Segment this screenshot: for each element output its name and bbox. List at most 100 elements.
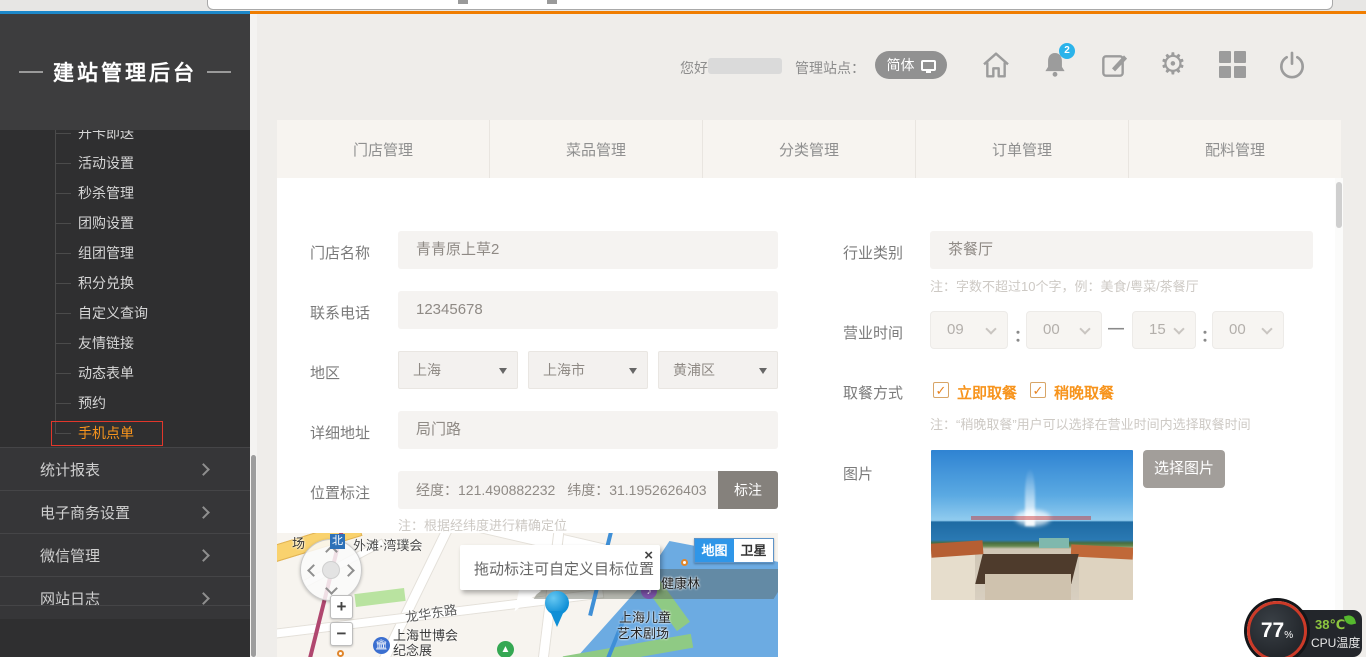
pan-right-arrow[interactable] <box>342 564 355 577</box>
end-hour-select[interactable]: 15 <box>1132 311 1196 349</box>
pan-center[interactable] <box>322 561 340 579</box>
province-select[interactable]: 上海 <box>398 351 518 389</box>
dropdown-arrow-icon <box>759 368 767 374</box>
dropdown-arrow-icon <box>499 368 507 374</box>
museum-poi-icon: 🏛 <box>373 637 390 654</box>
address-bar-fragment[interactable] <box>207 0 1333 10</box>
pickup-note: 注：“稍晚取餐”用户可以选择在营业时间内选择取餐时间 <box>930 414 1251 433</box>
sidebar-section-stats[interactable]: 统计报表 <box>0 447 250 490</box>
hours-label: 营业时间 <box>843 322 903 343</box>
location-input[interactable]: 经度：121.490882232 纬度：31.1952626403 <box>398 471 718 509</box>
sidebar-section-logs[interactable]: 网站日志 <box>0 576 250 619</box>
sidebar-item[interactable]: 活动设置 <box>0 148 250 178</box>
panel-scrollbar-track[interactable] <box>1335 178 1343 657</box>
home-icon[interactable] <box>980 49 1012 81</box>
notification-badge: 2 <box>1059 43 1075 59</box>
tab-order-management[interactable]: 订单管理 <box>915 120 1128 178</box>
gear-icon[interactable]: ⚙ <box>1157 49 1189 81</box>
map-pin-marker[interactable] <box>545 591 569 615</box>
district-select[interactable]: 黄浦区 <box>658 351 778 389</box>
sidebar-item[interactable]: 团购设置 <box>0 208 250 238</box>
map-label-park: 健康林 <box>661 573 700 592</box>
map-label-theater-line2: 艺术剧场 <box>617 623 669 642</box>
pan-down-arrow[interactable] <box>325 582 338 595</box>
language-button[interactable]: 简体 <box>875 51 947 79</box>
photo-roof <box>931 540 983 558</box>
small-poi-dot <box>681 559 688 566</box>
map-type-satellite-button[interactable]: 卫星 <box>734 539 773 562</box>
sidebar-title: 建站管理后台 <box>0 14 250 130</box>
industry-input[interactable]: 茶餐厅 <box>930 231 1313 269</box>
sidebar-item[interactable]: 友情链接 <box>0 328 250 358</box>
chevron-right-icon <box>197 506 210 519</box>
address-input[interactable]: 局门路 <box>398 411 778 449</box>
image-label: 图片 <box>843 463 873 484</box>
title-dash <box>207 71 231 73</box>
bell-icon[interactable]: 2 <box>1039 49 1071 81</box>
chevron-right-icon <box>197 592 210 605</box>
store-name-input[interactable]: 青青原上草2 <box>398 231 778 269</box>
section-label: 微信管理 <box>40 545 100 566</box>
pickup-later-checkbox[interactable]: ✓ <box>1030 382 1046 398</box>
edit-icon[interactable] <box>1098 49 1130 81</box>
zoom-out-button[interactable]: − <box>330 622 353 646</box>
header: 您好 管理站点： 简体 2 ⚙ <box>257 14 1366 120</box>
pan-left-arrow[interactable] <box>307 564 320 577</box>
sidebar-section-ecommerce[interactable]: 电子商务设置 <box>0 490 250 533</box>
sidebar-scrollbar-thumb[interactable] <box>251 455 256 657</box>
pickup-now-checkbox[interactable]: ✓ <box>933 382 949 398</box>
longitude-value: 121.490882232 <box>458 482 555 498</box>
power-icon[interactable] <box>1276 49 1308 81</box>
start-minute-select[interactable]: 00 <box>1026 311 1102 349</box>
sidebar-item[interactable]: 积分兑换 <box>0 268 250 298</box>
industry-note: 注：字数不超过10个字，例：美食/粤菜/茶餐厅 <box>930 276 1199 295</box>
manage-site-label: 管理站点： <box>795 58 865 78</box>
store-photo-thumbnail <box>931 450 1133 600</box>
map-park <box>354 588 405 607</box>
map-type-map-button[interactable]: 地图 <box>695 539 734 562</box>
cpu-usage-gauge: 77 % <box>1247 601 1307 657</box>
small-poi-dot <box>337 650 344 657</box>
panel-scrollbar-thumb[interactable] <box>1336 182 1342 228</box>
address-bar-icon <box>458 0 468 4</box>
location-note: 注：根据经纬度进行精确定位 <box>398 515 567 534</box>
tab-category-management[interactable]: 分类管理 <box>702 120 915 178</box>
choose-image-button[interactable]: 选择图片 <box>1143 450 1225 488</box>
sidebar-item[interactable]: 动态表单 <box>0 358 250 388</box>
chevron-down-icon <box>985 323 996 334</box>
latitude-value: 31.1952626403 <box>609 482 706 498</box>
divider <box>0 605 250 606</box>
map-label-expo-line2: 纪念展 <box>393 640 432 657</box>
sidebar-item[interactable]: 自定义查询 <box>0 298 250 328</box>
map-label-yellow-road: 场 <box>292 533 305 552</box>
end-minute-select[interactable]: 00 <box>1212 311 1284 349</box>
sidebar-item[interactable]: 秒杀管理 <box>0 178 250 208</box>
pickup-label: 取餐方式 <box>843 382 903 403</box>
zoom-in-button[interactable]: + <box>330 595 353 619</box>
photo-building <box>1039 538 1069 548</box>
longitude-label: 经度： <box>416 482 458 498</box>
sidebar-item[interactable]: 预约 <box>0 388 250 418</box>
mark-location-button[interactable]: 标注 <box>718 471 778 509</box>
pickup-now-label[interactable]: 立即取餐 <box>957 382 1017 403</box>
sidebar-item-selected[interactable]: 手机点单 <box>0 418 250 448</box>
tab-ingredient-management[interactable]: 配料管理 <box>1128 120 1341 178</box>
sidebar-item[interactable]: 组团管理 <box>0 238 250 268</box>
monitor-icon <box>921 60 936 71</box>
phone-input[interactable]: 12345678 <box>398 291 778 329</box>
grid-apps-icon[interactable] <box>1217 49 1249 81</box>
tooltip-close-icon[interactable]: × <box>644 547 653 564</box>
start-hour-select[interactable]: 09 <box>930 311 1008 349</box>
sidebar-section-wechat[interactable]: 微信管理 <box>0 533 250 576</box>
park-poi-icon: ▲ <box>497 641 514 657</box>
map-canvas[interactable]: 场 外滩·湾璞会 龙华东路 上海世博会 纪念展 健康林 上海儿童 艺术剧场 🏛 … <box>277 533 778 657</box>
tooltip-text: 拖动标注可自定义目标位置 <box>474 558 654 579</box>
tab-dish-management[interactable]: 菜品管理 <box>489 120 702 178</box>
photo-building <box>931 554 975 600</box>
tab-store-management[interactable]: 门店管理 <box>277 120 489 178</box>
north-compass-icon: 北 <box>330 534 345 549</box>
chevron-down-icon <box>1079 323 1090 334</box>
pickup-later-label[interactable]: 稍晚取餐 <box>1054 382 1114 403</box>
city-select[interactable]: 上海市 <box>528 351 648 389</box>
address-label: 详细地址 <box>310 422 370 443</box>
